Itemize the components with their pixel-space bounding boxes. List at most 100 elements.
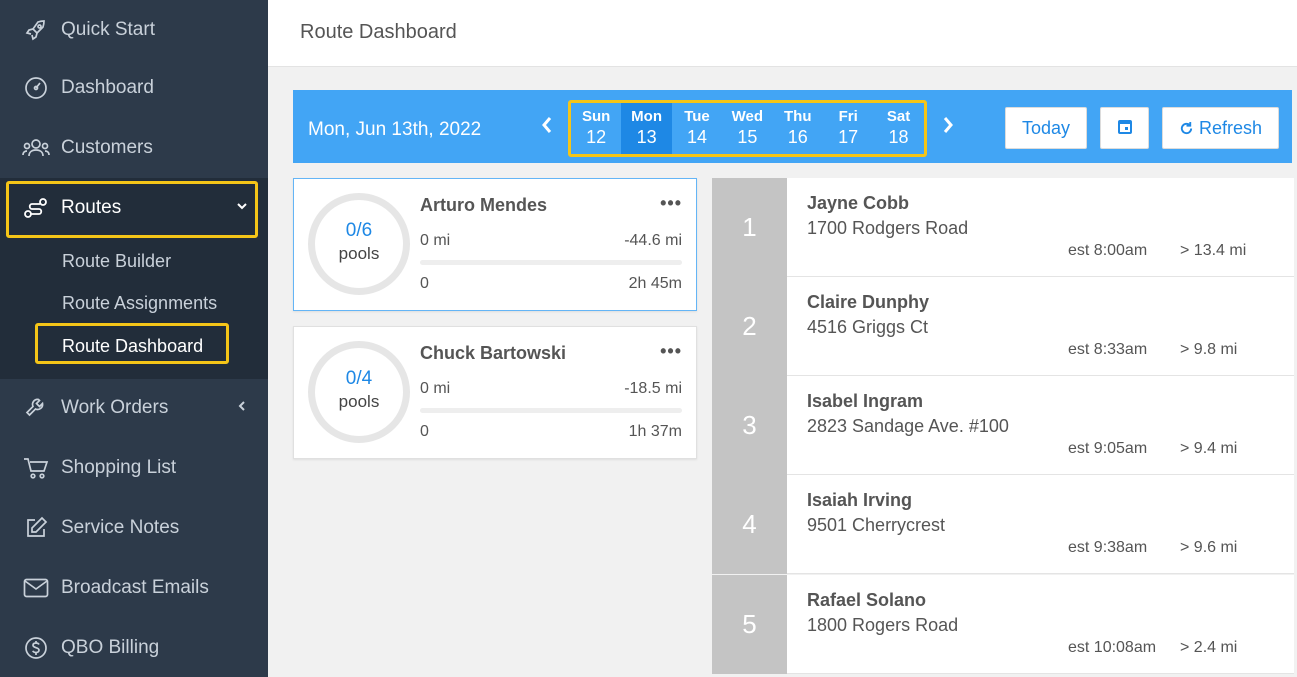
calendar-button[interactable] <box>1100 107 1149 149</box>
route-duration: 2h 45m <box>628 275 682 292</box>
nav-work-orders[interactable]: Work Orders <box>0 378 268 438</box>
sub-route-assignments[interactable]: Route Assignments <box>62 293 217 314</box>
estimated-time: est 9:38am <box>1068 539 1148 556</box>
nav-label: Shopping List <box>61 457 177 478</box>
customer-name: Claire Dunphy <box>807 292 930 312</box>
nav-qbo-billing[interactable]: QBO Billing <box>0 618 268 677</box>
day-thu[interactable]: Thu 16 <box>773 103 823 154</box>
stop-number: 3 <box>712 376 787 475</box>
day-mon[interactable]: Mon 13 <box>621 103 672 154</box>
day-name: Wed <box>731 108 764 125</box>
miles-diff: -18.5 mi <box>624 380 682 397</box>
more-options-icon[interactable]: ••• <box>660 341 682 362</box>
day-date: 17 <box>838 127 859 147</box>
stop-number: 5 <box>712 575 787 674</box>
customer-name: Isabel Ingram <box>807 391 924 411</box>
customer-name: Jayne Cobb <box>807 193 910 213</box>
day-name: Sun <box>582 108 611 125</box>
calendar-icon <box>1117 118 1132 139</box>
dollar-icon <box>22 634 50 662</box>
estimated-time: est 8:00am <box>1068 242 1148 259</box>
gauge-icon <box>22 74 50 102</box>
sub-route-builder[interactable]: Route Builder <box>62 251 171 272</box>
nav-label: Work Orders <box>61 397 169 418</box>
chevron-left-icon <box>236 399 248 417</box>
miles-done: 0 mi <box>420 380 451 397</box>
route-progress-bar <box>420 260 682 265</box>
customer-address: 2823 Sandage Ave. #100 <box>807 416 1009 436</box>
day-wed[interactable]: Wed 15 <box>722 103 772 154</box>
day-name: Fri <box>838 108 858 125</box>
routes-highlight <box>6 181 258 238</box>
nav-label: Service Notes <box>61 517 180 538</box>
page-title: Route Dashboard <box>300 21 457 43</box>
customer-address: 1800 Rogers Road <box>807 615 959 635</box>
nav-label: Dashboard <box>61 77 154 98</box>
customer-address: 4516 Griggs Ct <box>807 317 929 337</box>
tech-name: Arturo Mendes <box>420 195 548 215</box>
estimated-time: est 8:33am <box>1068 341 1148 358</box>
day-date: 16 <box>787 127 808 147</box>
completed-count: 0 <box>420 423 429 440</box>
nav-label: Broadcast Emails <box>61 577 209 598</box>
day-sun[interactable]: Sun 12 <box>571 103 621 154</box>
pools-count: 0/4 <box>345 368 373 389</box>
prev-week-icon[interactable] <box>541 116 553 140</box>
stop-row[interactable]: 4 Isaiah Irving 9501 Cherrycrest est 9:3… <box>712 475 1294 574</box>
miles-diff: -44.6 mi <box>624 232 682 249</box>
route-duration: 1h 37m <box>628 423 682 440</box>
rocket-icon <box>22 16 50 44</box>
day-date: 13 <box>636 127 657 147</box>
day-date: 18 <box>888 127 909 147</box>
pools-unit: pools <box>338 244 380 263</box>
miles-done: 0 mi <box>420 232 451 249</box>
customer-address: 9501 Cherrycrest <box>807 515 946 535</box>
stop-number: 1 <box>712 178 787 277</box>
nav-shopping-list[interactable]: Shopping List <box>0 438 268 498</box>
nav-label: Quick Start <box>61 19 155 40</box>
more-options-icon[interactable]: ••• <box>660 193 682 214</box>
edit-icon <box>22 514 50 542</box>
day-sat[interactable]: Sat 18 <box>873 103 923 154</box>
stop-number: 4 <box>712 475 787 574</box>
day-date: 12 <box>586 127 607 147</box>
refresh-label: Refresh <box>1198 117 1263 138</box>
date-bar: Mon, Jun 13th, 2022 Sun 12 Mon 13 Tue 14 We… <box>293 90 1292 163</box>
refresh-icon <box>1179 121 1194 136</box>
route-card[interactable]: 0/6 pools Arturo Mendes ••• 0 mi -44.6 m… <box>293 178 697 311</box>
customer-name: Isaiah Irving <box>807 490 913 510</box>
nav-dashboard[interactable]: Dashboard <box>0 58 268 118</box>
cart-icon <box>22 454 50 482</box>
tech-name: Chuck Bartowski <box>420 343 567 363</box>
day-tue[interactable]: Tue 14 <box>672 103 722 154</box>
stop-row[interactable]: 2 Claire Dunphy 4516 Griggs Ct est 8:33a… <box>712 277 1294 376</box>
completed-count: 0 <box>420 275 429 292</box>
route-card[interactable]: 0/4 pools Chuck Bartowski ••• 0 mi -18.5… <box>293 326 697 459</box>
week-day-selector: Sun 12 Mon 13 Tue 14 Wed 15 Thu 16 Fri 17 Sat 1… <box>568 100 927 157</box>
stop-row[interactable]: 5 Rafael Solano 1800 Rogers Road est 10:… <box>712 575 1294 674</box>
stop-distance: > 9.4 mi <box>1180 440 1238 457</box>
stop-row[interactable]: 1 Jayne Cobb 1700 Rodgers Road est 8:00a… <box>712 178 1294 277</box>
estimated-time: est 10:08am <box>1068 639 1157 656</box>
day-date: 15 <box>737 127 758 147</box>
page-header: Route Dashboard <box>268 0 1297 67</box>
nav-quick-start[interactable]: Quick Start <box>0 0 268 60</box>
customer-address: 1700 Rodgers Road <box>807 218 969 238</box>
day-name: Tue <box>684 108 710 125</box>
current-date: Mon, Jun 13th, 2022 <box>308 119 482 140</box>
stop-distance: > 9.8 mi <box>1180 341 1238 358</box>
pools-count: 0/6 <box>345 220 373 241</box>
nav-service-notes[interactable]: Service Notes <box>0 498 268 558</box>
pools-progress-ring: 0/4 pools <box>308 341 410 443</box>
route-progress-bar <box>420 408 682 413</box>
customer-name: Rafael Solano <box>807 590 927 610</box>
refresh-button[interactable]: Refresh <box>1162 107 1279 149</box>
nav-customers[interactable]: Customers <box>0 118 268 178</box>
stop-row[interactable]: 3 Isabel Ingram 2823 Sandage Ave. #100 e… <box>712 376 1294 475</box>
nav-broadcast-emails[interactable]: Broadcast Emails <box>0 558 268 618</box>
day-fri[interactable]: Fri 17 <box>823 103 873 154</box>
pools-unit: pools <box>338 392 380 411</box>
day-name: Thu <box>784 108 812 125</box>
next-week-icon[interactable] <box>942 116 954 140</box>
today-button[interactable]: Today <box>1005 107 1087 149</box>
